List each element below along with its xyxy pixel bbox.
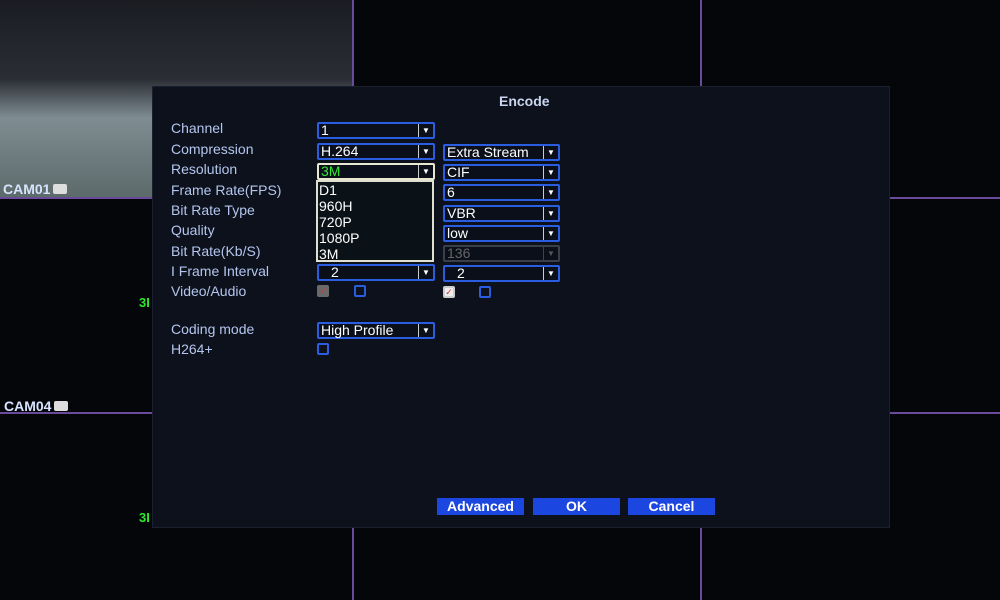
cancel-button[interactable]: Cancel [628, 498, 715, 515]
label-frame-rate: Frame Rate(FPS) [171, 182, 282, 198]
resolution-dropdown-list: D1 960H 720P 1080P 3M [316, 180, 434, 262]
dialog-title: Encode [499, 93, 550, 109]
select-value: CIF [447, 164, 470, 180]
osd-fragment: 3I [139, 510, 150, 525]
ok-button[interactable]: OK [533, 498, 620, 515]
label-h264plus: H264+ [171, 341, 213, 357]
label-bit-rate: Bit Rate(Kb/S) [171, 243, 261, 259]
coding-mode-select[interactable]: High Profile ▼ [317, 322, 435, 339]
extra-bitrate-type-select[interactable]: VBR ▼ [443, 205, 560, 222]
extra-audio-checkbox[interactable] [479, 286, 491, 298]
chevron-down-icon: ▼ [418, 324, 433, 337]
select-value: 136 [447, 245, 471, 261]
extra-fps-select[interactable]: 6 ▼ [443, 184, 560, 201]
main-audio-checkbox[interactable] [354, 285, 366, 297]
label-quality: Quality [171, 222, 215, 238]
option-960h[interactable]: 960H [319, 198, 432, 214]
iframe-interval-select[interactable]: 2 ▼ [317, 264, 435, 281]
option-1080p[interactable]: 1080P [319, 230, 432, 246]
select-value: low [447, 225, 469, 241]
option-3m[interactable]: 3M [319, 246, 432, 262]
chevron-down-icon: ▼ [418, 165, 433, 178]
resolution-select[interactable]: 3M ▼ [317, 163, 435, 180]
chevron-down-icon: ▼ [543, 186, 558, 199]
camera-icon [54, 401, 69, 411]
extra-quality-select[interactable]: low ▼ [443, 225, 560, 242]
extra-video-checkbox[interactable]: ✓ [443, 286, 455, 298]
label-iframe-interval: I Frame Interval [171, 263, 270, 279]
select-value: 3M [321, 163, 341, 179]
select-value: 6 [447, 184, 455, 200]
select-value: 2 [457, 265, 465, 281]
camera-label-cam01: CAM01 [3, 181, 68, 197]
chevron-down-icon: ▼ [543, 267, 558, 280]
camera-name: CAM04 [4, 398, 52, 414]
encode-dialog: Encode Channel Compression Resolution Fr… [152, 86, 890, 528]
option-720p[interactable]: 720P [319, 214, 432, 230]
extra-iframe-select[interactable]: 2 ▼ [443, 265, 560, 282]
select-value: High Profile [321, 322, 394, 338]
chevron-down-icon: ▼ [543, 146, 558, 159]
select-value: Extra Stream [447, 144, 529, 160]
chevron-down-icon: ▼ [543, 207, 558, 220]
extra-bitrate-select: 136 ▼ [443, 245, 560, 262]
camera-icon [53, 184, 68, 194]
select-value: VBR [447, 205, 476, 221]
compression-select[interactable]: H.264 ▼ [317, 143, 435, 160]
h264plus-checkbox[interactable] [317, 343, 329, 355]
label-resolution: Resolution [171, 161, 238, 177]
label-compression: Compression [171, 141, 254, 157]
chevron-down-icon: ▼ [418, 124, 433, 137]
select-value: H.264 [321, 143, 359, 159]
advanced-button[interactable]: Advanced [437, 498, 524, 515]
camera-name: CAM01 [3, 181, 51, 197]
label-bit-rate-type: Bit Rate Type [171, 202, 255, 218]
stream-select[interactable]: Extra Stream ▼ [443, 144, 560, 161]
chevron-down-icon: ▼ [543, 166, 558, 179]
label-coding-mode: Coding mode [171, 321, 255, 337]
camera-label-cam04: CAM04 [4, 398, 69, 414]
chevron-down-icon: ▼ [418, 266, 433, 279]
main-video-checkbox[interactable]: ✓ [317, 285, 329, 297]
select-value: 2 [331, 264, 339, 280]
chevron-down-icon: ▼ [418, 145, 433, 158]
select-value: 1 [321, 122, 329, 138]
option-d1[interactable]: D1 [319, 182, 432, 198]
extra-resolution-select[interactable]: CIF ▼ [443, 164, 560, 181]
osd-fragment: 3I [139, 295, 150, 310]
chevron-down-icon: ▼ [543, 227, 558, 240]
channel-select[interactable]: 1 ▼ [317, 122, 435, 139]
chevron-down-icon: ▼ [543, 247, 558, 260]
label-channel: Channel [171, 120, 224, 136]
label-video-audio: Video/Audio [171, 283, 247, 299]
